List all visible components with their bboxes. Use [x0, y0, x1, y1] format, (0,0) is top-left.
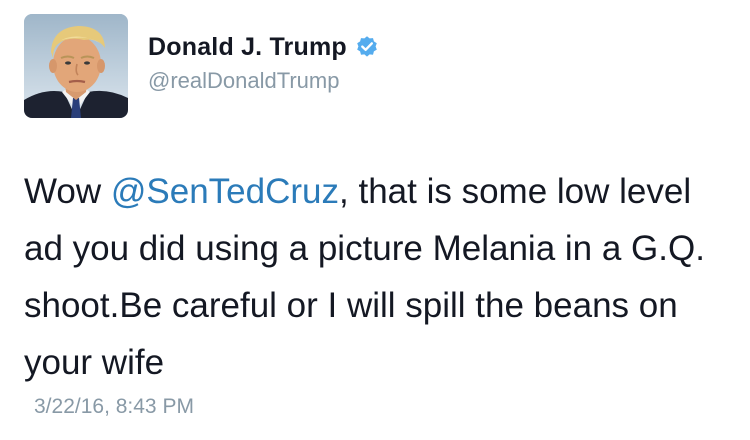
avatar[interactable]	[24, 14, 128, 118]
author-name-row: Donald J. Trump	[148, 32, 379, 62]
author-handle[interactable]: @realDonaldTrump	[148, 68, 339, 94]
tweet-text: Wow @SenTedCruz, that is some low level …	[24, 163, 724, 391]
mention-link[interactable]: @SenTedCruz	[111, 172, 339, 211]
verified-badge-icon	[355, 35, 379, 59]
tweet-card: Donald J. Trump @realDonaldTrump Wow @Se…	[0, 0, 750, 440]
author-display-name[interactable]: Donald J. Trump	[148, 33, 347, 62]
tweet-text-prefix: Wow	[24, 172, 111, 211]
profile-photo-icon	[24, 14, 128, 118]
tweet-timestamp[interactable]: 3/22/16, 8:43 PM	[34, 395, 194, 419]
